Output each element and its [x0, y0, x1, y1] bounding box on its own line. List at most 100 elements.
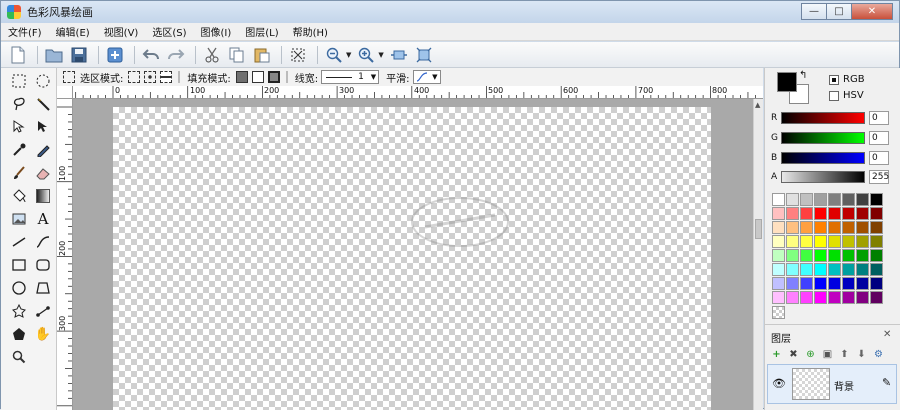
palette-swatch[interactable]: [772, 291, 785, 304]
paste-button[interactable]: [251, 44, 273, 66]
menu-image[interactable]: 图像(I): [194, 24, 239, 39]
layers-close-icon[interactable]: ✕: [883, 329, 891, 340]
palette-swatch[interactable]: [842, 193, 855, 206]
zoom-in-button[interactable]: [355, 44, 377, 66]
fill-mode-both-button[interactable]: [267, 71, 280, 83]
palette-swatch[interactable]: [842, 235, 855, 248]
palette-swatch[interactable]: [800, 235, 813, 248]
palette-swatch[interactable]: [772, 193, 785, 206]
undo-button[interactable]: [140, 44, 162, 66]
select-mode-subtract-button[interactable]: [160, 71, 173, 83]
palette-swatch[interactable]: [870, 263, 883, 276]
palette-swatch[interactable]: [842, 249, 855, 262]
palette-swatch[interactable]: [786, 207, 799, 220]
swap-colors-icon[interactable]: ↰: [799, 70, 807, 81]
red-slider[interactable]: [781, 112, 865, 124]
menu-help[interactable]: 帮助(H): [286, 24, 335, 39]
palette-swatch[interactable]: [800, 249, 813, 262]
gradient-tool[interactable]: [32, 186, 54, 206]
palette-swatch[interactable]: [828, 235, 841, 248]
palette-swatch[interactable]: [786, 221, 799, 234]
palette-swatch[interactable]: [842, 207, 855, 220]
palette-swatch[interactable]: [870, 277, 883, 290]
foreground-color-swatch[interactable]: [777, 72, 797, 92]
palette-swatch[interactable]: [870, 193, 883, 206]
copy-button[interactable]: [226, 44, 248, 66]
menu-view[interactable]: 视图(V): [97, 24, 146, 39]
deselect-button[interactable]: [287, 44, 309, 66]
palette-swatch[interactable]: [800, 277, 813, 290]
palette-swatch[interactable]: [870, 291, 883, 304]
palette-swatch[interactable]: [870, 221, 883, 234]
alpha-value-input[interactable]: 255: [869, 170, 889, 184]
palette-swatch[interactable]: [786, 193, 799, 206]
palette-swatch[interactable]: [856, 291, 869, 304]
palette-swatch[interactable]: [800, 221, 813, 234]
palette-swatch[interactable]: [856, 235, 869, 248]
palette-swatch[interactable]: [800, 291, 813, 304]
fill-mode-outline-button[interactable]: [251, 71, 264, 83]
delete-layer-button[interactable]: ✖: [786, 347, 801, 361]
rgb-radio[interactable]: [829, 75, 839, 85]
scrollbar-thumb[interactable]: [755, 219, 762, 239]
add-button[interactable]: [104, 44, 126, 66]
green-value-input[interactable]: 0: [869, 131, 889, 145]
hand-tool[interactable]: ✋: [32, 324, 54, 344]
palette-swatch[interactable]: [870, 235, 883, 248]
palette-swatch[interactable]: [786, 277, 799, 290]
palette-swatch[interactable]: [800, 207, 813, 220]
palette-swatch[interactable]: [772, 263, 785, 276]
brush-tool[interactable]: [8, 163, 30, 183]
palette-swatch[interactable]: [828, 249, 841, 262]
palette-swatch[interactable]: [828, 207, 841, 220]
eyedropper-tool[interactable]: [8, 140, 30, 160]
zoom-out-button[interactable]: [323, 44, 345, 66]
cut-button[interactable]: [201, 44, 223, 66]
polygon-tool[interactable]: [32, 278, 54, 298]
transparent-swatch[interactable]: [772, 306, 785, 319]
hsv-radio[interactable]: [829, 91, 839, 101]
star-tool[interactable]: [8, 301, 30, 321]
palette-swatch[interactable]: [800, 263, 813, 276]
canvas-workspace[interactable]: [73, 99, 753, 410]
red-value-input[interactable]: 0: [869, 111, 889, 125]
palette-swatch[interactable]: [786, 249, 799, 262]
ellipse-tool[interactable]: [8, 278, 30, 298]
palette-swatch[interactable]: [814, 263, 827, 276]
palette-swatch[interactable]: [856, 207, 869, 220]
palette-swatch[interactable]: [772, 277, 785, 290]
minimize-button[interactable]: —: [801, 3, 827, 20]
select-mode-new-button[interactable]: [128, 71, 141, 83]
blue-slider[interactable]: [781, 152, 865, 164]
palette-swatch[interactable]: [814, 235, 827, 248]
move-selection-tool[interactable]: [8, 117, 30, 137]
menu-layer[interactable]: 图层(L): [238, 24, 285, 39]
palette-swatch[interactable]: [828, 291, 841, 304]
curve-tool[interactable]: [32, 232, 54, 252]
magic-wand-tool[interactable]: [32, 94, 54, 114]
palette-swatch[interactable]: [814, 291, 827, 304]
palette-swatch[interactable]: [814, 249, 827, 262]
palette-swatch[interactable]: [828, 277, 841, 290]
pencil-tool[interactable]: [32, 140, 54, 160]
save-button[interactable]: [68, 44, 90, 66]
zoom-tool[interactable]: [8, 347, 30, 367]
palette-swatch[interactable]: [786, 291, 799, 304]
palette-swatch[interactable]: [856, 263, 869, 276]
palette-swatch[interactable]: [786, 235, 799, 248]
move-layer-down-button[interactable]: ⬇: [854, 347, 869, 361]
palette-swatch[interactable]: [772, 235, 785, 248]
blue-value-input[interactable]: 0: [869, 151, 889, 165]
rounded-rect-tool[interactable]: [32, 255, 54, 275]
menu-edit[interactable]: 编辑(E): [49, 24, 97, 39]
palette-swatch[interactable]: [828, 221, 841, 234]
palette-swatch[interactable]: [814, 193, 827, 206]
palette-swatch[interactable]: [856, 277, 869, 290]
new-file-button[interactable]: [7, 44, 29, 66]
close-button[interactable]: ✕: [851, 3, 893, 20]
eye-icon[interactable]: 👁: [772, 377, 786, 390]
alpha-slider[interactable]: [781, 171, 865, 183]
text-tool[interactable]: A: [32, 209, 54, 229]
redo-button[interactable]: [165, 44, 187, 66]
palette-swatch[interactable]: [772, 221, 785, 234]
